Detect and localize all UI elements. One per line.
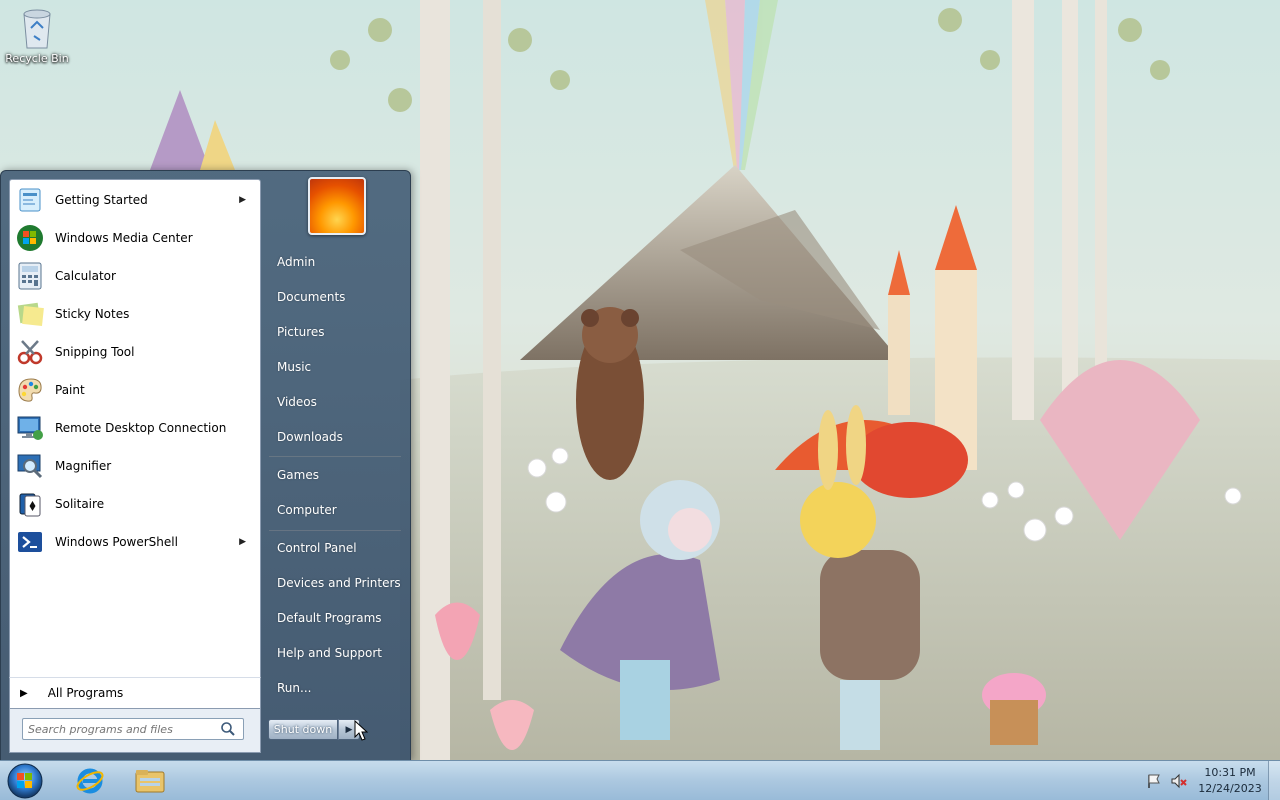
program-item-label: Calculator bbox=[55, 269, 116, 283]
search-icon[interactable] bbox=[220, 721, 236, 737]
start-link-admin[interactable]: Admin bbox=[267, 247, 405, 277]
action-center-flag-icon[interactable] bbox=[1146, 773, 1162, 789]
magnifier-icon bbox=[14, 450, 46, 482]
internet-explorer-icon bbox=[76, 768, 104, 794]
program-item-windows-powershell[interactable]: Windows PowerShell ▶ bbox=[12, 524, 258, 560]
program-item-label: Snipping Tool bbox=[55, 345, 135, 359]
program-item-remote-desktop-connection[interactable]: Remote Desktop Connection bbox=[12, 410, 258, 446]
program-item-label: Getting Started bbox=[55, 193, 148, 207]
clock-time: 10:31 PM bbox=[1204, 766, 1256, 779]
start-menu: Getting Started ▶ Windows Media Center C… bbox=[0, 170, 411, 761]
program-item-label: Paint bbox=[55, 383, 85, 397]
search-area bbox=[9, 709, 261, 753]
remote-desktop-icon bbox=[14, 412, 46, 444]
program-item-magnifier[interactable]: Magnifier bbox=[12, 448, 258, 484]
program-item-label: Solitaire bbox=[55, 497, 105, 511]
taskbar: 10:31 PM 12/24/2023 bbox=[0, 760, 1280, 800]
start-link-documents[interactable]: Documents bbox=[267, 282, 405, 312]
start-link-help-and-support[interactable]: Help and Support bbox=[267, 638, 405, 668]
desktop-icon-recycle-bin[interactable]: Recycle Bin bbox=[4, 6, 70, 65]
desktop-icon-label: Recycle Bin bbox=[5, 52, 69, 65]
start-link-downloads[interactable]: Downloads bbox=[267, 422, 405, 452]
shut-down-button[interactable]: Shut down bbox=[268, 719, 338, 740]
folder-icon bbox=[135, 770, 165, 793]
search-input[interactable] bbox=[22, 718, 244, 740]
program-item-solitaire[interactable]: Solitaire bbox=[12, 486, 258, 522]
start-link-music[interactable]: Music bbox=[267, 352, 405, 382]
start-link-videos[interactable]: Videos bbox=[267, 387, 405, 417]
program-item-label: Windows PowerShell bbox=[55, 535, 178, 549]
menu-separator bbox=[269, 530, 401, 531]
taskbar-pinned-windows-explorer[interactable] bbox=[122, 763, 178, 799]
show-desktop-button[interactable] bbox=[1268, 761, 1280, 800]
start-link-pictures[interactable]: Pictures bbox=[267, 317, 405, 347]
clock-date: 12/24/2023 bbox=[1198, 782, 1262, 795]
mouse-cursor-icon bbox=[354, 720, 368, 741]
program-item-getting-started[interactable]: Getting Started ▶ bbox=[12, 182, 258, 218]
solitaire-icon bbox=[14, 488, 46, 520]
start-button[interactable] bbox=[4, 762, 46, 800]
windows-media-center-icon bbox=[14, 222, 46, 254]
volume-muted-icon[interactable] bbox=[1170, 773, 1188, 789]
all-programs-label: All Programs bbox=[47, 686, 124, 700]
start-menu-programs-pane: Getting Started ▶ Windows Media Center C… bbox=[9, 179, 261, 679]
windows-orb-icon bbox=[7, 763, 43, 799]
start-link-devices-and-printers[interactable]: Devices and Printers bbox=[267, 568, 405, 598]
scissors-icon bbox=[14, 336, 46, 368]
calculator-icon bbox=[14, 260, 46, 292]
start-link-control-panel[interactable]: Control Panel bbox=[267, 533, 405, 563]
taskbar-pinned-internet-explorer[interactable] bbox=[62, 763, 118, 799]
all-programs-button[interactable]: ▶ All Programs bbox=[9, 677, 261, 709]
user-picture-avatar[interactable] bbox=[308, 177, 366, 235]
paint-palette-icon bbox=[14, 374, 46, 406]
start-link-computer[interactable]: Computer bbox=[267, 495, 405, 525]
program-item-calculator[interactable]: Calculator bbox=[12, 258, 258, 294]
start-link-default-programs[interactable]: Default Programs bbox=[267, 603, 405, 633]
sticky-notes-icon bbox=[14, 298, 46, 330]
powershell-icon bbox=[14, 526, 46, 558]
taskbar-clock[interactable]: 10:31 PM 12/24/2023 bbox=[1194, 765, 1266, 797]
submenu-arrow-icon: ▶ bbox=[239, 195, 246, 205]
menu-separator bbox=[269, 456, 401, 457]
start-link-run[interactable]: Run... bbox=[267, 673, 405, 703]
program-item-label: Windows Media Center bbox=[55, 231, 193, 245]
submenu-arrow-icon: ▶ bbox=[239, 537, 246, 547]
program-item-windows-media-center[interactable]: Windows Media Center bbox=[12, 220, 258, 256]
program-item-snipping-tool[interactable]: Snipping Tool bbox=[12, 334, 258, 370]
recycle-bin-icon bbox=[17, 6, 57, 50]
program-item-label: Sticky Notes bbox=[55, 307, 130, 321]
program-item-label: Remote Desktop Connection bbox=[55, 421, 227, 435]
chevron-right-icon: ▶ bbox=[345, 724, 353, 735]
expand-arrow-icon: ▶ bbox=[20, 687, 28, 699]
start-link-games[interactable]: Games bbox=[267, 460, 405, 490]
program-item-sticky-notes[interactable]: Sticky Notes bbox=[12, 296, 258, 332]
program-item-paint[interactable]: Paint bbox=[12, 372, 258, 408]
program-item-label: Magnifier bbox=[55, 459, 112, 473]
getting-started-icon bbox=[14, 184, 46, 216]
